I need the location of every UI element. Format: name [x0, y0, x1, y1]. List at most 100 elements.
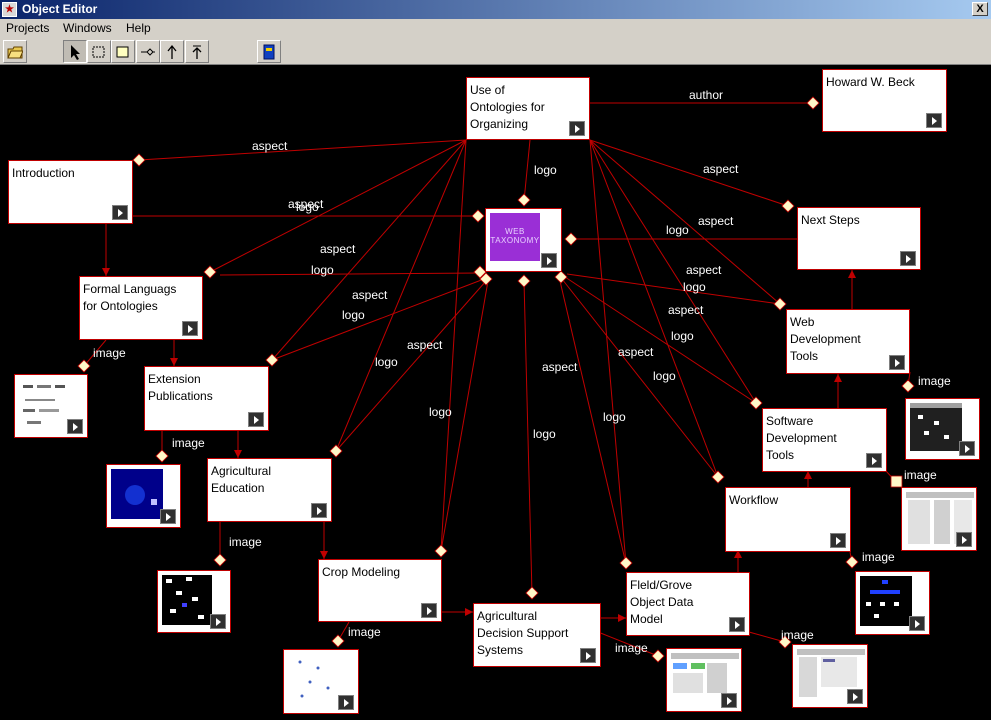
link-label-aspect: aspect — [320, 242, 356, 256]
node-label: Workflow — [729, 493, 779, 507]
node-label: Formal Languags for Ontologies — [83, 282, 177, 313]
expand-icon[interactable] — [311, 503, 327, 518]
link-label-logo: logo — [375, 355, 398, 369]
link-label-logo: logo — [533, 427, 556, 441]
web-taxonomy-logo: WEB TAXONOMY — [490, 213, 540, 261]
link-icon[interactable] — [136, 40, 160, 63]
app-icon: ★ — [2, 2, 17, 17]
expand-icon[interactable] — [847, 689, 863, 704]
link-label-image: image — [348, 625, 381, 639]
menu-windows[interactable]: Windows — [63, 21, 112, 35]
expand-icon[interactable] — [729, 617, 745, 632]
link-label-aspect: aspect — [668, 303, 704, 317]
image-thumbnail-workflow[interactable] — [855, 571, 930, 635]
up-arrow-icon[interactable] — [160, 40, 184, 63]
node-web-taxonomy-logo[interactable]: WEB TAXONOMY — [485, 208, 562, 272]
link-arrowheads — [102, 268, 856, 622]
expand-icon[interactable] — [112, 205, 128, 220]
rectangle-icon[interactable] — [111, 40, 135, 63]
link-label-aspect: aspect — [698, 214, 734, 228]
open-folder-icon[interactable] — [3, 40, 27, 63]
node-label: Software Development Tools — [766, 414, 837, 462]
link-label-logo: logo — [683, 280, 706, 294]
link-label-author: author — [689, 88, 723, 102]
expand-icon[interactable] — [580, 648, 596, 663]
expand-icon[interactable] — [248, 412, 264, 427]
image-thumbnail-decision-support[interactable] — [666, 648, 742, 712]
expand-icon[interactable] — [421, 603, 437, 618]
link-label-logo: logo — [671, 329, 694, 343]
image-thumbnail-agricultural-education[interactable] — [157, 570, 231, 633]
expand-icon[interactable] — [926, 113, 942, 128]
link-label-logo: logo — [534, 163, 557, 177]
link-label-image: image — [918, 374, 951, 388]
link-label-aspect: aspect — [252, 139, 288, 153]
link-label-aspect: aspect — [703, 162, 739, 176]
toolbar — [0, 38, 991, 65]
expand-icon[interactable] — [210, 614, 226, 629]
expand-icon[interactable] — [909, 616, 925, 631]
node-label: Agricultural Education — [211, 464, 272, 495]
node-label: Howard W. Beck — [826, 75, 915, 89]
node-label: Extension Publications — [148, 372, 213, 403]
node-extension-publications[interactable]: Extension Publications — [144, 366, 269, 431]
link-label-logo: logo — [603, 410, 626, 424]
expand-icon[interactable] — [721, 693, 737, 708]
link-label-aspect: aspect — [618, 345, 654, 359]
image-thumbnail-extension-publications[interactable] — [106, 464, 181, 528]
link-label-image: image — [781, 628, 814, 642]
node-field-grove-object-data-model[interactable]: Fleld/Grove Object Data Model — [626, 572, 750, 636]
link-label-image: image — [904, 468, 937, 482]
node-next-steps[interactable]: Next Steps — [797, 207, 921, 270]
expand-icon[interactable] — [900, 251, 916, 266]
menu-help[interactable]: Help — [126, 21, 151, 35]
expand-icon[interactable] — [956, 532, 972, 547]
node-formal-languages[interactable]: Formal Languags for Ontologies — [79, 276, 203, 340]
expand-icon[interactable] — [338, 695, 354, 710]
link-label-image: image — [172, 436, 205, 450]
image-thumbnail-software-tools[interactable] — [901, 487, 977, 551]
node-introduction[interactable]: Introduction — [8, 160, 133, 224]
expand-icon[interactable] — [569, 121, 585, 136]
marquee-icon[interactable] — [87, 40, 111, 63]
expand-icon[interactable] — [160, 509, 176, 524]
node-workflow[interactable]: Workflow — [725, 487, 851, 552]
link-label-image: image — [229, 535, 262, 549]
select-arrow-icon[interactable] — [63, 40, 87, 63]
link-label-image: image — [93, 346, 126, 360]
expand-icon[interactable] — [889, 355, 905, 370]
diagram-canvas[interactable]: author aspect aspect logo aspect logo as… — [0, 66, 991, 720]
node-howard-beck[interactable]: Howard W. Beck — [822, 69, 947, 132]
node-agricultural-education[interactable]: Agricultural Education — [207, 458, 332, 522]
link-label-aspect: aspect — [542, 360, 578, 374]
link-label-aspect: aspect — [407, 338, 443, 352]
up-line-icon[interactable] — [185, 40, 209, 63]
expand-icon[interactable] — [541, 253, 557, 268]
image-thumbnail-crop-modeling[interactable] — [283, 649, 359, 714]
window-title: Object Editor — [22, 2, 98, 16]
link-label-logo: logo — [666, 223, 689, 237]
expand-icon[interactable] — [866, 453, 882, 468]
menu-projects[interactable]: Projects — [6, 21, 49, 35]
book-icon[interactable] — [257, 40, 281, 63]
node-label: Web Development Tools — [790, 315, 861, 363]
close-button[interactable]: X — [972, 2, 988, 16]
link-label-aspect: aspect — [686, 263, 722, 277]
expand-icon[interactable] — [830, 533, 846, 548]
node-label: Crop Modeling — [322, 565, 401, 579]
node-software-development-tools[interactable]: Software Development Tools — [762, 408, 887, 472]
expand-icon[interactable] — [959, 441, 975, 456]
node-label: Introduction — [12, 166, 75, 180]
expand-icon[interactable] — [67, 419, 83, 434]
link-label-logo: logo — [653, 369, 676, 383]
node-use-of-ontologies[interactable]: Use of Ontologies for Organizing — [466, 77, 590, 140]
node-agricultural-decision-support[interactable]: Agricultural Decision Support Systems — [473, 603, 601, 667]
image-thumbnail-web-dev-tools[interactable] — [905, 398, 980, 460]
link-label-image: image — [862, 550, 895, 564]
image-thumbnail-formal-languages[interactable] — [14, 374, 88, 438]
node-crop-modeling[interactable]: Crop Modeling — [318, 559, 442, 622]
link-label-logo: logo — [342, 308, 365, 322]
image-thumbnail-field-grove[interactable] — [792, 644, 868, 708]
node-web-development-tools[interactable]: Web Development Tools — [786, 309, 910, 374]
expand-icon[interactable] — [182, 321, 198, 336]
